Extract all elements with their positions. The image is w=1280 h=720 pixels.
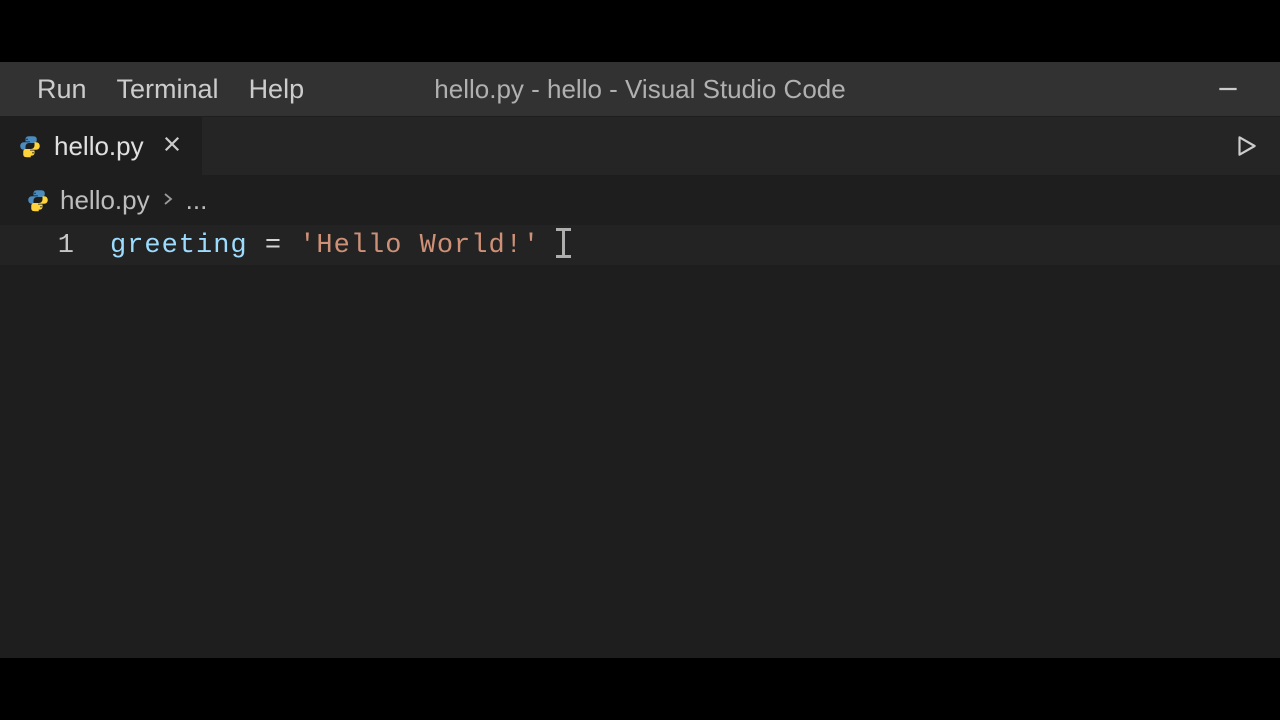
run-file-button[interactable] (1226, 126, 1266, 166)
breadcrumb[interactable]: hello.py ... (0, 175, 1280, 225)
menu-run[interactable]: Run (22, 68, 102, 111)
minimize-button[interactable] (1206, 67, 1250, 111)
token-variable: greeting (110, 232, 248, 262)
letterbox-bottom (0, 658, 1280, 720)
minimize-icon (1215, 76, 1241, 102)
window-controls (1206, 62, 1250, 116)
editor-area[interactable]: 1 greeting = 'Hello World!' (0, 225, 1280, 658)
tab-bar: hello.py (0, 117, 1280, 175)
text-cursor (562, 228, 565, 258)
play-icon (1233, 133, 1259, 159)
token-string: 'Hello World!' (299, 232, 540, 262)
token-operator: = (248, 232, 300, 262)
python-icon (18, 134, 42, 158)
tab-hello-py[interactable]: hello.py (0, 117, 203, 175)
breadcrumb-filename: hello.py (60, 185, 150, 216)
code-content: greeting = 'Hello World!' (110, 230, 565, 261)
window-title: hello.py - hello - Visual Studio Code (434, 74, 845, 105)
close-icon (162, 134, 182, 154)
letterbox-top (0, 0, 1280, 62)
tab-filename: hello.py (54, 131, 144, 162)
title-bar: Run Terminal Help hello.py - hello - Vis… (0, 62, 1280, 117)
chevron-right-icon (160, 187, 176, 213)
editor-line-1[interactable]: 1 greeting = 'Hello World!' (0, 225, 1280, 265)
tab-close-button[interactable] (156, 130, 188, 163)
python-icon (26, 188, 50, 212)
menu-terminal[interactable]: Terminal (102, 68, 234, 111)
line-number: 1 (0, 231, 110, 261)
breadcrumb-ellipsis[interactable]: ... (186, 185, 208, 216)
menu-bar: Run Terminal Help (0, 68, 319, 111)
vscode-window: Run Terminal Help hello.py - hello - Vis… (0, 62, 1280, 658)
menu-help[interactable]: Help (234, 68, 320, 111)
